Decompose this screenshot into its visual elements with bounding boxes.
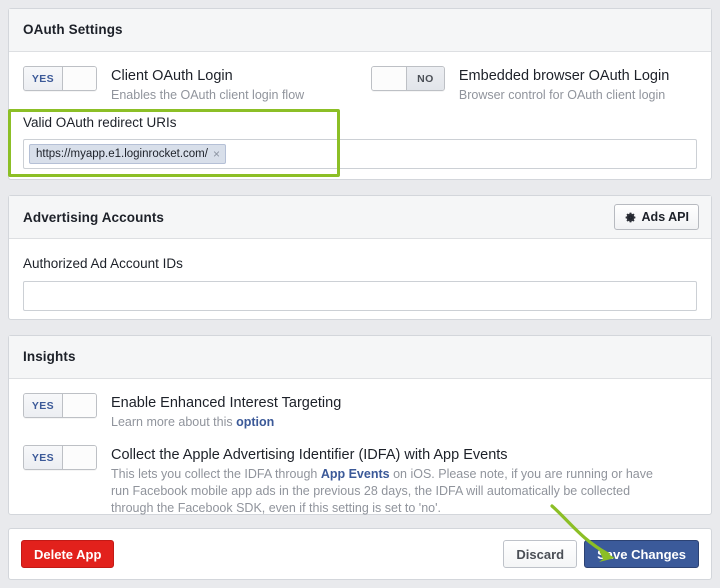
- collect-idfa-toggle-knob: [62, 446, 96, 469]
- collect-idfa-title: Collect the Apple Advertising Identifier…: [111, 447, 508, 463]
- enhanced-interest-targeting-text: Enable Enhanced Interest Targeting Learn…: [111, 393, 341, 431]
- ads-api-button-label: Ads API: [641, 210, 689, 224]
- insights-header: Insights: [9, 336, 711, 379]
- embedded-browser-oauth-login-text: Embedded browser OAuth Login Browser con…: [459, 66, 669, 104]
- app-settings-page: OAuth Settings YES Client OAuth Login En…: [0, 0, 720, 588]
- collect-idfa-toggle-label: YES: [24, 446, 63, 469]
- footer-actions: Discard Save Changes: [503, 540, 699, 568]
- advertising-accounts-card: Advertising Accounts Ads API Authorized …: [8, 195, 712, 320]
- client-oauth-login-toggle[interactable]: YES: [23, 66, 97, 91]
- app-events-link[interactable]: App Events: [321, 467, 390, 481]
- insights-card: Insights YES Enable Enhanced Interest Ta…: [8, 335, 712, 515]
- delete-app-button[interactable]: Delete App: [21, 540, 115, 568]
- client-oauth-login-text: Client OAuth Login Enables the OAuth cli…: [111, 66, 304, 104]
- embedded-browser-oauth-login-toggle-label: NO: [406, 67, 444, 90]
- enhanced-interest-targeting-description: Learn more about this option: [111, 414, 341, 431]
- authorized-ad-account-ids-input[interactable]: [23, 281, 697, 311]
- action-footer: Delete App Discard Save Changes: [8, 528, 712, 580]
- enhanced-interest-targeting-option-link[interactable]: option: [236, 415, 274, 429]
- remove-token-icon[interactable]: ×: [213, 148, 220, 160]
- enhanced-interest-targeting-toggle-knob: [62, 394, 96, 417]
- collect-idfa-description-prefix: This lets you collect the IDFA through: [111, 467, 321, 481]
- client-oauth-login-row: YES Client OAuth Login Enables the OAuth…: [23, 66, 371, 104]
- valid-oauth-redirect-uris-label: Valid OAuth redirect URIs: [23, 115, 177, 130]
- client-oauth-login-subtitle: Enables the OAuth client login flow: [111, 88, 305, 102]
- redirect-uri-token[interactable]: https://myapp.e1.loginrocket.com/ ×: [29, 144, 226, 164]
- collect-idfa-description: This lets you collect the IDFA through A…: [111, 466, 671, 517]
- discard-button[interactable]: Discard: [503, 540, 578, 568]
- advertising-accounts-title: Advertising Accounts: [23, 209, 165, 225]
- insights-body: YES Enable Enhanced Interest Targeting L…: [9, 379, 711, 517]
- embedded-browser-oauth-login-toggle[interactable]: NO: [370, 66, 445, 91]
- embedded-browser-oauth-login-title: Embedded browser OAuth Login: [458, 68, 670, 84]
- ads-api-button[interactable]: Ads API: [613, 204, 699, 230]
- valid-oauth-redirect-uris-input[interactable]: https://myapp.e1.loginrocket.com/ ×: [23, 139, 697, 169]
- oauth-toggle-rows: YES Client OAuth Login Enables the OAuth…: [9, 52, 711, 104]
- client-oauth-login-toggle-label: YES: [24, 67, 63, 90]
- insights-title: Insights: [23, 349, 76, 364]
- enhanced-interest-targeting-toggle-label: YES: [24, 394, 63, 417]
- oauth-settings-header: OAuth Settings: [9, 9, 711, 52]
- embedded-browser-oauth-login-row: NO Embedded browser OAuth Login Browser …: [370, 66, 697, 104]
- client-oauth-login-title: Client OAuth Login: [111, 68, 233, 84]
- enhanced-interest-targeting-description-prefix: Learn more about this: [111, 415, 237, 429]
- collect-idfa-row: YES Collect the Apple Advertising Identi…: [23, 445, 697, 517]
- valid-oauth-redirect-uris-field: Valid OAuth redirect URIs https://myapp.…: [9, 104, 711, 169]
- enhanced-interest-targeting-toggle[interactable]: YES: [23, 393, 97, 418]
- enhanced-interest-targeting-title: Enable Enhanced Interest Targeting: [111, 395, 342, 411]
- enhanced-interest-targeting-row: YES Enable Enhanced Interest Targeting L…: [23, 393, 697, 431]
- collect-idfa-toggle[interactable]: YES: [23, 445, 97, 470]
- oauth-settings-title: OAuth Settings: [23, 22, 123, 37]
- advertising-accounts-body: Authorized Ad Account IDs: [9, 239, 711, 325]
- redirect-uri-token-text: https://myapp.e1.loginrocket.com/: [36, 148, 208, 160]
- oauth-settings-body: YES Client OAuth Login Enables the OAuth…: [9, 52, 711, 169]
- collect-idfa-text: Collect the Apple Advertising Identifier…: [111, 445, 671, 517]
- save-changes-button[interactable]: Save Changes: [584, 540, 699, 568]
- authorized-ad-account-ids-label: Authorized Ad Account IDs: [23, 256, 183, 271]
- client-oauth-login-toggle-knob: [62, 67, 96, 90]
- embedded-browser-oauth-login-toggle-knob: [371, 67, 407, 90]
- advertising-accounts-header: Advertising Accounts Ads API: [9, 196, 711, 239]
- oauth-settings-card: OAuth Settings YES Client OAuth Login En…: [8, 8, 712, 180]
- embedded-browser-oauth-login-subtitle: Browser control for OAuth client login: [458, 88, 666, 102]
- gear-icon: [624, 211, 637, 224]
